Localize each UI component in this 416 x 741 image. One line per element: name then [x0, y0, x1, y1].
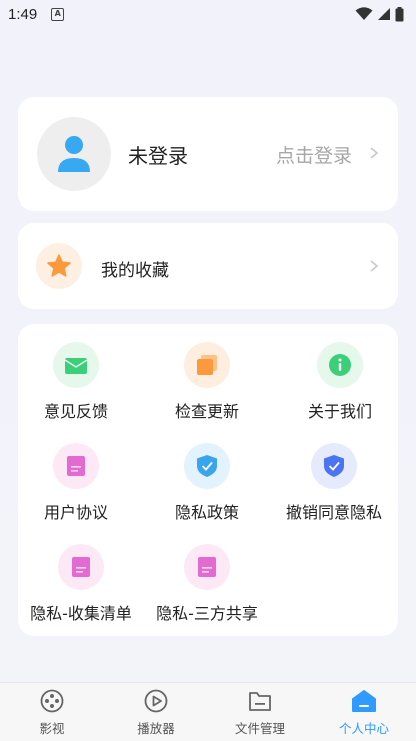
- menu-icon-wrap: [317, 342, 363, 388]
- notification-a-icon: A: [51, 7, 65, 21]
- menu-icon-wrap: [53, 443, 99, 489]
- menu-item-label: 撤销同意隐私: [285, 503, 382, 522]
- shield-check-icon: [324, 455, 344, 477]
- status-time: 1:49: [8, 5, 38, 23]
- star-icon: [47, 254, 71, 277]
- login-status-label: 未登录: [128, 144, 188, 168]
- menu-item-label: 意见反馈: [43, 402, 108, 421]
- menu-icon-wrap: [184, 342, 230, 388]
- bottom-nav: 影视 播放器 文件管理 个人中心: [0, 682, 416, 741]
- favorites-icon-wrap: [36, 243, 82, 289]
- favorites-card[interactable]: 我的收藏: [18, 223, 398, 309]
- wifi-icon: [355, 7, 373, 20]
- menu-item-user-agreement[interactable]: 用户协议: [11, 443, 141, 523]
- status-icons: [355, 6, 404, 22]
- menu-icon-wrap: [184, 443, 230, 489]
- play-icon: [144, 689, 168, 713]
- menu-item-about[interactable]: 关于我们: [275, 342, 405, 422]
- info-icon: [329, 354, 351, 376]
- document-icon: [198, 557, 216, 577]
- status-bar: 1:49 A: [0, 0, 416, 28]
- nav-item-player[interactable]: 播放器: [104, 683, 208, 741]
- folder-icon: [249, 692, 271, 711]
- menu-grid-card: 意见反馈 检查更新 关于我们 用户协议 隐私政策 撤销同意隐私 隐私-收集清单 …: [18, 324, 398, 636]
- menu-icon-wrap: [184, 544, 230, 590]
- signal-icon: [378, 8, 390, 20]
- menu-item-label: 隐私政策: [174, 503, 239, 522]
- nav-item-files[interactable]: 文件管理: [208, 683, 312, 741]
- app-screen: 1:49 A 未登录 点击登录 我的收藏 意见反馈 检查更新 关于我们 用户协议…: [0, 0, 416, 741]
- menu-item-label: 隐私-三方共享: [156, 604, 258, 623]
- shield-check-icon: [197, 455, 217, 477]
- document-icon: [72, 557, 90, 577]
- avatar[interactable]: [37, 117, 111, 191]
- nav-label: 个人中心: [338, 721, 389, 736]
- menu-item-label: 用户协议: [43, 503, 108, 522]
- chevron-right-icon: [370, 260, 379, 272]
- nav-icon-wrap: [39, 688, 65, 714]
- nav-item-movies[interactable]: 影视: [0, 683, 104, 741]
- login-card[interactable]: 未登录 点击登录: [18, 97, 398, 211]
- menu-item-feedback[interactable]: 意见反馈: [11, 342, 141, 422]
- login-link[interactable]: 点击登录: [276, 141, 352, 168]
- nav-item-profile[interactable]: 个人中心: [312, 683, 416, 741]
- user-icon: [58, 136, 90, 172]
- home-person-icon: [352, 690, 376, 712]
- layers-icon: [197, 355, 217, 375]
- menu-icon-wrap: [311, 443, 357, 489]
- mail-icon: [64, 358, 88, 374]
- document-icon: [67, 456, 85, 476]
- menu-item-check-update[interactable]: 检查更新: [142, 342, 272, 422]
- menu-item-revoke-privacy[interactable]: 撤销同意隐私: [269, 443, 399, 523]
- menu-item-privacy-third-party[interactable]: 隐私-三方共享: [142, 544, 272, 624]
- menu-item-privacy-policy[interactable]: 隐私政策: [142, 443, 272, 523]
- menu-item-label: 关于我们: [307, 402, 372, 421]
- nav-icon-wrap: [351, 688, 377, 714]
- menu-item-label: 检查更新: [174, 402, 239, 421]
- nav-icon-wrap: [143, 688, 169, 714]
- menu-icon-wrap: [53, 342, 99, 388]
- nav-icon-wrap: [247, 688, 273, 714]
- menu-item-label: 隐私-收集清单: [30, 604, 132, 623]
- film-reel-icon: [40, 689, 64, 713]
- chevron-right-icon: [370, 147, 379, 159]
- menu-icon-wrap: [58, 544, 104, 590]
- nav-label: 播放器: [137, 721, 175, 736]
- battery-icon: [395, 6, 404, 21]
- favorites-label: 我的收藏: [101, 261, 169, 281]
- nav-label: 影视: [39, 721, 65, 736]
- menu-item-privacy-collection[interactable]: 隐私-收集清单: [16, 544, 146, 624]
- nav-label: 文件管理: [234, 721, 285, 736]
